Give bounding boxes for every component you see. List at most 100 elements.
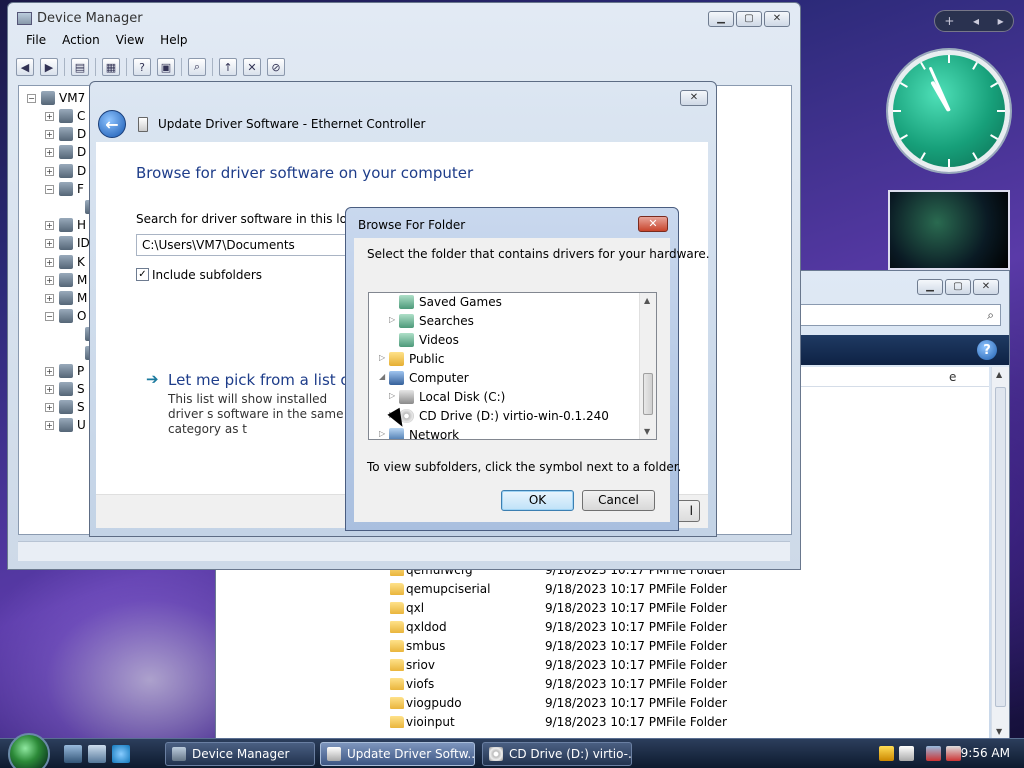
taskbar-clock[interactable]: 9:56 AM [961, 746, 1010, 760]
switch-windows-icon[interactable] [88, 745, 106, 763]
expand-icon[interactable]: + [45, 148, 54, 158]
disable-device-icon[interactable]: ⊘ [267, 58, 285, 76]
folder-tree-item[interactable]: Videos [369, 331, 639, 350]
vertical-scrollbar[interactable]: ▲ ▼ [991, 367, 1009, 739]
internet-explorer-icon[interactable] [112, 745, 130, 763]
folder-label: CD Drive (D:) virtio-win-0.1.240 [419, 409, 609, 423]
close-button[interactable]: ✕ [973, 279, 999, 295]
expand-icon[interactable]: + [45, 221, 54, 231]
taskbar-update-driver[interactable]: Update Driver Softw... [320, 742, 475, 766]
scroll-up-icon[interactable]: ▲ [644, 296, 650, 305]
ok-button[interactable]: OK [501, 490, 574, 511]
back-icon[interactable]: ◀ [16, 58, 34, 76]
safely-remove-icon[interactable] [899, 746, 914, 761]
network-icon[interactable] [926, 746, 941, 761]
path-input[interactable]: C:\Users\VM7\Documents [136, 234, 366, 256]
folder-tree[interactable]: Saved Games ▷ Searches Videos ▷ Public ◢ Comput… [368, 292, 657, 440]
scroll-down-icon[interactable]: ▼ [996, 727, 1002, 736]
show-desktop-icon[interactable] [64, 745, 82, 763]
slideshow-gadget[interactable] [888, 190, 1010, 270]
file-row[interactable]: qxl 9/18/2023 10:17 PM File Folder [386, 599, 986, 618]
close-button[interactable]: ✕ [638, 216, 668, 232]
pick-from-list-link[interactable]: Let me pick from a list of d [168, 371, 369, 389]
expand-icon[interactable]: + [45, 275, 54, 285]
update-driver-icon[interactable]: ↑ [219, 58, 237, 76]
gadget-prev-icon[interactable]: ◂ [973, 14, 979, 28]
folder-tree-item[interactable]: ▷ Local Disk (C:) [369, 388, 639, 407]
folder-tree-item[interactable]: ▷ Network [369, 426, 639, 439]
minimize-button[interactable]: ▁ [708, 11, 734, 27]
uninstall-icon[interactable]: ✕ [243, 58, 261, 76]
expand-icon[interactable]: + [45, 257, 54, 267]
help-icon[interactable]: ? [133, 58, 151, 76]
expand-arrow-icon[interactable]: ▷ [389, 315, 395, 324]
maximize-button[interactable]: ▢ [736, 11, 762, 27]
file-row[interactable]: sriov 9/18/2023 10:17 PM File Folder [386, 656, 986, 675]
search-input[interactable]: h ⌕ [786, 304, 1001, 326]
search-icon[interactable]: ⌕ [987, 308, 994, 323]
menu-action[interactable]: Action [54, 31, 108, 49]
back-button[interactable]: ← [98, 110, 126, 138]
file-row[interactable]: smbus 9/18/2023 10:17 PM File Folder [386, 637, 986, 656]
menu-file[interactable]: File [18, 31, 54, 49]
expand-icon[interactable]: − [45, 184, 54, 194]
expand-icon[interactable]: + [45, 421, 54, 431]
minimize-button[interactable]: ▁ [917, 279, 943, 295]
expand-arrow-icon[interactable]: ▷ [379, 353, 385, 362]
file-row[interactable]: qemupciserial 9/18/2023 10:17 PM File Fold… [386, 580, 986, 599]
browse-for-folder-dialog[interactable]: Browse For Folder ✕ Select the folder th… [345, 207, 710, 531]
expand-icon[interactable]: + [45, 130, 54, 140]
show-hide-console-tree-icon[interactable]: ▤ [71, 58, 89, 76]
gadget-toolbar[interactable]: + ◂ ▸ [934, 10, 1014, 32]
taskbar-cd-drive[interactable]: CD Drive (D:) virtio-... [482, 742, 632, 766]
gadget-next-icon[interactable]: ▸ [998, 14, 1004, 28]
file-row[interactable]: viogpudo 9/18/2023 10:17 PM File Folder [386, 694, 986, 713]
help-icon[interactable]: ? [977, 340, 997, 360]
expand-icon[interactable]: + [45, 239, 54, 249]
expand-icon[interactable]: + [45, 112, 54, 121]
security-shield-icon[interactable] [879, 746, 894, 761]
expand-arrow-icon[interactable]: ◢ [379, 372, 385, 381]
scroll-down-icon[interactable]: ▼ [644, 427, 650, 436]
close-button[interactable]: ✕ [764, 11, 790, 27]
file-row[interactable]: viofs 9/18/2023 10:17 PM File Folder [386, 675, 986, 694]
collapse-icon[interactable]: − [27, 94, 36, 103]
scan-hardware-icon[interactable]: ⌕ [188, 58, 206, 76]
folder-tree-item[interactable]: ▷ CD Drive (D:) virtio-win-0.1.240 [369, 407, 639, 426]
start-button[interactable] [8, 733, 50, 768]
properties-icon[interactable]: ▦ [102, 58, 120, 76]
taskbar-device-manager[interactable]: Device Manager [165, 742, 315, 766]
folder-tree-item[interactable]: ▷ Searches [369, 312, 639, 331]
expand-icon[interactable]: + [45, 166, 54, 176]
action-pane-icon[interactable]: ▣ [157, 58, 175, 76]
include-subfolders-checkbox[interactable]: ✓ [136, 268, 149, 281]
include-subfolders-label[interactable]: Include subfolders [152, 268, 262, 282]
scrollbar-thumb[interactable] [643, 373, 653, 415]
system-tray: 9:56 AM [864, 739, 1024, 768]
expand-arrow-icon[interactable]: ▷ [379, 429, 385, 438]
volume-muted-icon[interactable] [946, 746, 961, 761]
tree-scrollbar[interactable]: ▲ ▼ [639, 293, 656, 439]
expand-icon[interactable]: + [45, 403, 54, 413]
expand-arrow-icon[interactable]: ▷ [389, 391, 395, 400]
file-row[interactable]: vioinput 9/18/2023 10:17 PM File Folder [386, 713, 986, 732]
clock-gadget[interactable] [888, 50, 1010, 172]
expand-icon[interactable]: + [45, 366, 54, 376]
scrollbar-thumb[interactable] [995, 387, 1006, 707]
scroll-up-icon[interactable]: ▲ [996, 370, 1002, 379]
menu-view[interactable]: View [108, 31, 152, 49]
folder-tree-item[interactable]: ▷ Public [369, 350, 639, 369]
add-gadget-icon[interactable]: + [944, 14, 954, 28]
maximize-button[interactable]: ▢ [945, 279, 971, 295]
close-button[interactable]: ✕ [680, 90, 708, 106]
cancel-button[interactable]: Cancel [582, 490, 655, 511]
device-icon [59, 254, 73, 269]
expand-icon[interactable]: − [45, 312, 54, 322]
forward-icon[interactable]: ▶ [40, 58, 58, 76]
menu-help[interactable]: Help [152, 31, 195, 49]
expand-icon[interactable]: + [45, 385, 54, 394]
folder-tree-item[interactable]: ◢ Computer [369, 369, 639, 388]
expand-icon[interactable]: + [45, 294, 54, 303]
file-row[interactable]: qxldod 9/18/2023 10:17 PM File Folder [386, 618, 986, 637]
folder-tree-item[interactable]: Saved Games [369, 293, 639, 312]
